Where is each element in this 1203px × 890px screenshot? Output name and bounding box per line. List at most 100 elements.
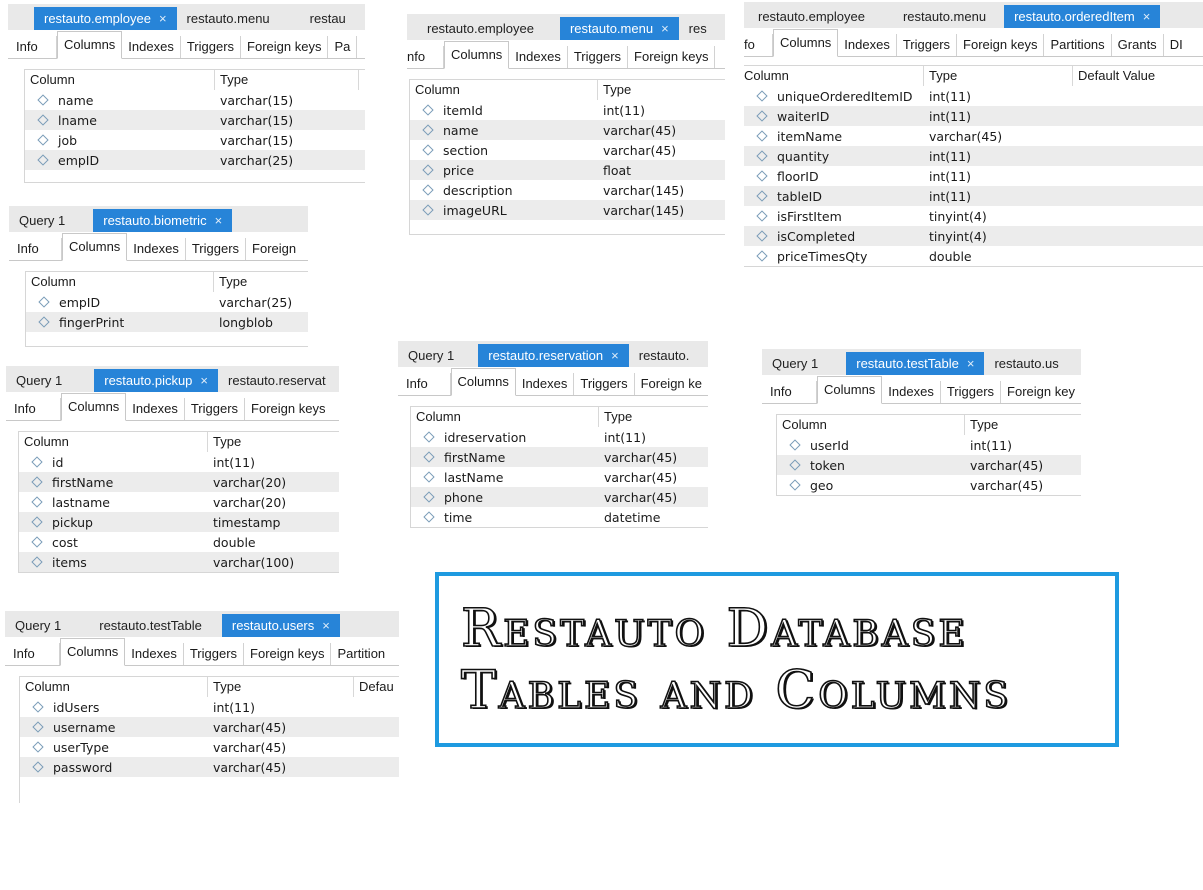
table-row[interactable]: empID varchar(25) xyxy=(26,292,308,312)
subtab-partitions[interactable]: Pa xyxy=(328,36,358,58)
table-row[interactable]: lastName varchar(45) xyxy=(411,467,708,487)
subtab-triggers[interactable]: Triggers xyxy=(184,643,245,665)
subtab-foreign-keys[interactable]: Foreign keys xyxy=(628,46,716,68)
close-icon[interactable]: × xyxy=(159,11,167,26)
column-header-name[interactable]: Column xyxy=(20,677,208,697)
doc-tab-more[interactable]: res xyxy=(679,17,717,40)
table-row[interactable]: itemName varchar(45) xyxy=(744,126,1203,146)
subtab-info[interactable]: Info xyxy=(400,373,451,395)
doc-tab-query[interactable]: Query 1 xyxy=(762,352,828,375)
table-row[interactable]: userType varchar(45) xyxy=(20,737,399,757)
doc-tab-employee[interactable]: restauto.employee xyxy=(748,5,875,28)
table-row[interactable]: idUsers int(11) xyxy=(20,697,399,717)
subtab-indexes[interactable]: Indexes xyxy=(127,238,186,260)
column-header-type[interactable]: Type xyxy=(215,70,359,90)
subtab-triggers[interactable]: Triggers xyxy=(185,398,246,420)
subtab-indexes[interactable]: Indexes xyxy=(882,381,941,403)
subtab-indexes[interactable]: Indexes xyxy=(125,643,184,665)
column-header-name[interactable]: Column xyxy=(744,66,924,86)
table-row[interactable]: description varchar(145) xyxy=(410,180,725,200)
subtab-indexes[interactable]: Indexes xyxy=(509,46,568,68)
subtab-columns[interactable]: Columns xyxy=(62,233,128,261)
table-row[interactable]: job varchar(15) xyxy=(25,130,365,150)
doc-tab-reservation[interactable]: restauto.reservat xyxy=(218,369,336,392)
table-row[interactable]: userId int(11) xyxy=(777,435,1081,455)
table-row[interactable]: priceTimesQty double xyxy=(744,246,1203,266)
doc-tab-reservation[interactable]: restauto.reservation × xyxy=(478,344,629,367)
subtab-indexes[interactable]: Indexes xyxy=(126,398,185,420)
table-row[interactable]: lastname varchar(20) xyxy=(19,492,339,512)
subtab-triggers[interactable]: Triggers xyxy=(574,373,635,395)
subtab-foreign-keys[interactable]: Foreign ke xyxy=(635,373,708,395)
subtab-info[interactable]: Info xyxy=(764,381,817,403)
doc-tab-biometric[interactable]: restauto.biometric × xyxy=(93,209,233,232)
column-header-name[interactable]: Column xyxy=(777,415,965,435)
table-row[interactable]: username varchar(45) xyxy=(20,717,399,737)
doc-tab-employee[interactable]: restauto.employee xyxy=(417,17,544,40)
table-row[interactable]: fingerPrint longblob xyxy=(26,312,308,332)
doc-tab-employee[interactable]: restauto.employee × xyxy=(34,7,177,30)
subtab-columns[interactable]: Columns xyxy=(61,393,127,421)
column-header-default[interactable]: Default Value xyxy=(1073,66,1203,86)
subtab-foreign-keys[interactable]: Foreign keys xyxy=(244,643,332,665)
subtab-columns[interactable]: Columns xyxy=(60,638,126,666)
table-row[interactable]: uniqueOrderedItemID int(11) xyxy=(744,86,1203,106)
table-row[interactable]: items varchar(100) xyxy=(19,552,339,572)
column-header-name[interactable]: Column xyxy=(26,272,214,292)
subtab-triggers[interactable]: Triggers xyxy=(568,46,629,68)
subtab-columns[interactable]: Columns xyxy=(773,29,839,57)
table-row[interactable]: firstName varchar(45) xyxy=(411,447,708,467)
doc-tab-menu[interactable]: restauto.menu xyxy=(893,5,996,28)
subtab-indexes[interactable]: Indexes xyxy=(838,34,897,56)
table-row[interactable]: quantity int(11) xyxy=(744,146,1203,166)
subtab-partitions[interactable]: Partitions xyxy=(1044,34,1112,56)
table-row[interactable]: name varchar(45) xyxy=(410,120,725,140)
table-row[interactable]: password varchar(45) xyxy=(20,757,399,777)
table-row[interactable]: section varchar(45) xyxy=(410,140,725,160)
column-header-name[interactable]: Column xyxy=(25,70,215,90)
subtab-triggers[interactable]: Triggers xyxy=(941,381,1002,403)
table-row[interactable]: floorID int(11) xyxy=(744,166,1203,186)
subtab-columns[interactable]: Columns xyxy=(444,41,510,69)
subtab-columns[interactable]: Columns xyxy=(57,31,123,59)
close-icon[interactable]: × xyxy=(215,213,223,228)
table-row[interactable]: isFirstItem tinyint(4) xyxy=(744,206,1203,226)
close-icon[interactable]: × xyxy=(967,356,975,371)
column-header-name[interactable]: Column xyxy=(19,432,208,452)
table-row[interactable]: itemId int(11) xyxy=(410,100,725,120)
column-header-type[interactable]: Type xyxy=(924,66,1073,86)
subtab-indexes[interactable]: Indexes xyxy=(122,36,181,58)
column-header-type[interactable]: Type xyxy=(598,80,725,100)
close-icon[interactable]: × xyxy=(1143,9,1151,24)
column-header-type[interactable]: Type xyxy=(208,432,339,452)
doc-tab-users[interactable]: restauto.users × xyxy=(221,614,340,637)
subtab-info[interactable]: Info xyxy=(8,398,61,420)
doc-tab-testtable[interactable]: restauto.testTable × xyxy=(846,352,985,375)
subtab-info[interactable]: nfo xyxy=(407,46,444,68)
table-row[interactable]: empID varchar(25) xyxy=(25,150,365,170)
subtab-info[interactable]: Info xyxy=(11,238,62,260)
table-row[interactable]: waiterID int(11) xyxy=(744,106,1203,126)
close-icon[interactable]: × xyxy=(200,373,208,388)
table-row[interactable]: idreservation int(11) xyxy=(411,427,708,447)
doc-tab-more[interactable]: restau xyxy=(280,7,356,30)
table-row[interactable]: imageURL varchar(145) xyxy=(410,200,725,220)
subtab-triggers[interactable]: Triggers xyxy=(186,238,247,260)
doc-tab-query[interactable]: Query 1 xyxy=(398,344,464,367)
doc-tab-testtable[interactable]: restauto.testTable xyxy=(89,614,212,637)
column-header-type[interactable]: Type xyxy=(965,415,1081,435)
subtab-partitions[interactable]: Partition xyxy=(331,643,391,665)
close-icon[interactable]: × xyxy=(661,21,669,36)
column-header-type[interactable]: Type xyxy=(214,272,308,292)
doc-tab-menu[interactable]: restauto.menu × xyxy=(559,17,679,40)
column-header-name[interactable]: Column xyxy=(411,407,599,427)
subtab-foreign-keys[interactable]: Foreign keys xyxy=(241,36,329,58)
doc-tab-pickup[interactable]: restauto.pickup × xyxy=(94,369,219,392)
table-row[interactable]: isCompleted tinyint(4) xyxy=(744,226,1203,246)
table-row[interactable]: geo varchar(45) xyxy=(777,475,1081,495)
subtab-grants[interactable]: Grants xyxy=(1112,34,1164,56)
subtab-foreign-keys[interactable]: Foreign xyxy=(246,238,302,260)
subtab-info[interactable]: Info xyxy=(10,36,57,58)
doc-tab-query[interactable]: Query 1 xyxy=(9,209,75,232)
subtab-info[interactable]: Info xyxy=(7,643,60,665)
